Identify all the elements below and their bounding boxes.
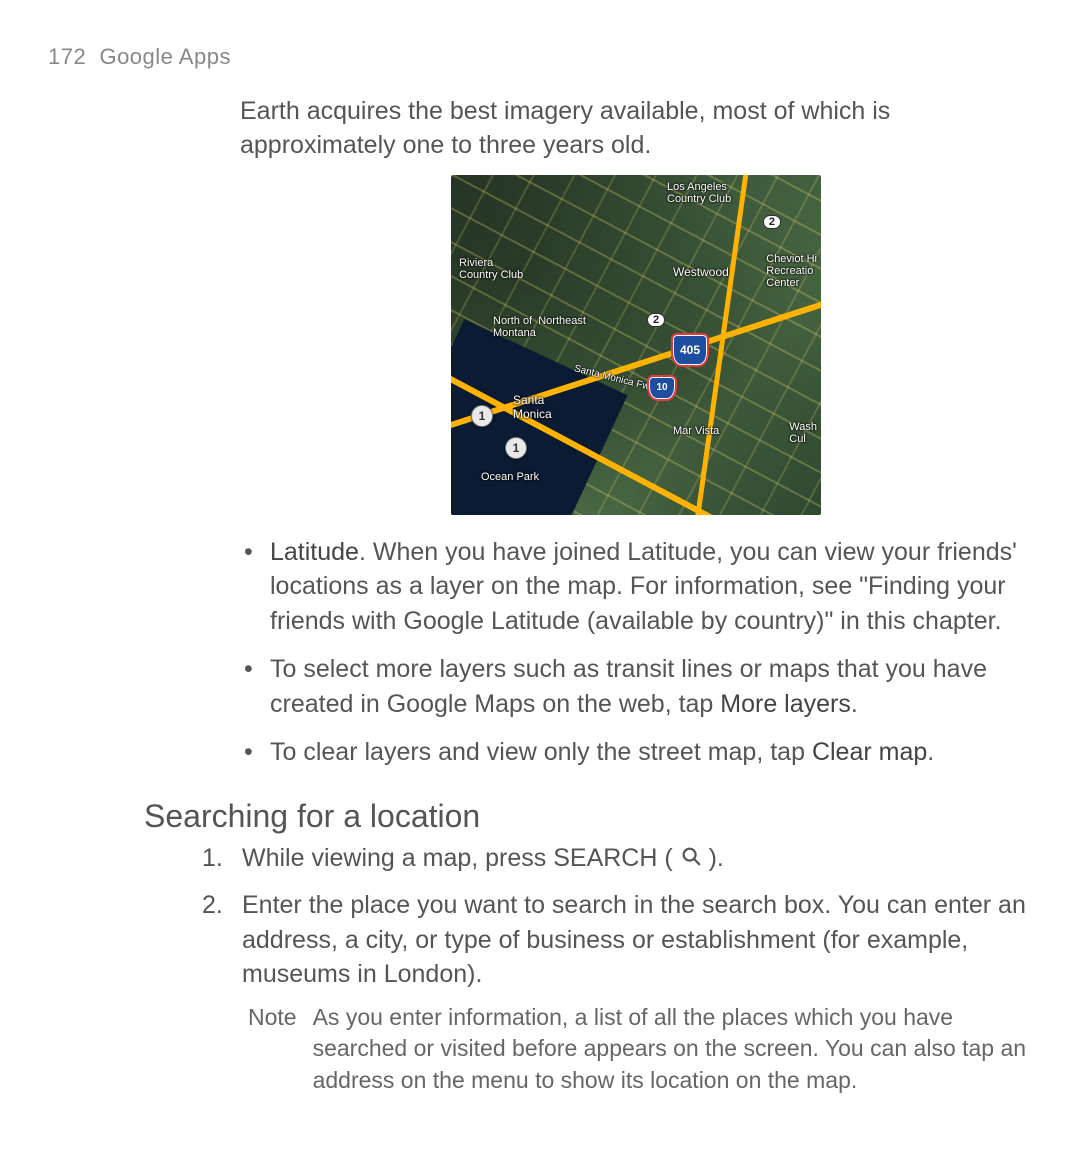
running-head: 172 Google Apps	[48, 44, 1032, 70]
map-pin-icon: 1	[471, 405, 493, 427]
list-item-text: To clear layers and view only the street…	[270, 738, 812, 766]
satellite-map-image: Los Angeles Country Club Westwood Chevio…	[451, 175, 821, 515]
note-body: As you enter information, a list of all …	[313, 1002, 1032, 1097]
chapter-title: Google Apps	[99, 44, 230, 69]
bulleted-list: Latitude. When you have joined Latitude,…	[240, 535, 1032, 770]
list-item-text: .	[927, 738, 934, 766]
map-label-riviera: Riviera Country Club	[459, 257, 523, 281]
list-item-text: .	[851, 690, 858, 718]
map-label-north-montana: North of Northeast Montana	[493, 315, 586, 339]
numbered-steps: While viewing a map, press SEARCH ( ). E…	[198, 841, 1032, 1097]
map-figure: Los Angeles Country Club Westwood Chevio…	[240, 175, 1032, 515]
note-label: Note	[248, 1002, 297, 1097]
step-text: While viewing a map, press SEARCH (	[242, 844, 680, 872]
more-layers-term: More layers	[720, 690, 851, 718]
map-label-westwood: Westwood	[673, 265, 729, 279]
map-badge: 2	[763, 215, 781, 229]
step-text: Enter the place you want to search in th…	[242, 891, 1026, 988]
section-heading: Searching for a location	[144, 798, 1032, 835]
page-number: 172	[48, 44, 86, 69]
latitude-term: Latitude	[270, 538, 359, 566]
map-label-ocean-park: Ocean Park	[481, 471, 539, 483]
search-icon	[680, 842, 702, 877]
step-text: ).	[702, 844, 724, 872]
list-item: To clear layers and view only the street…	[240, 735, 1032, 770]
map-label-la-country-club: Los Angeles Country Club	[667, 181, 731, 205]
map-badge: 2	[647, 313, 665, 327]
list-item: To select more layers such as transit li…	[240, 652, 1032, 721]
map-pin-icon: 1	[505, 437, 527, 459]
clear-map-term: Clear map	[812, 738, 927, 766]
list-item-text: To select more layers such as transit li…	[270, 655, 987, 718]
list-item-text: . When you have joined Latitude, you can…	[270, 538, 1017, 635]
map-label-santa-monica: Santa Monica	[513, 393, 552, 421]
interstate-shield-icon: 10	[647, 375, 677, 401]
map-label-mar-vista: Mar Vista	[673, 425, 719, 437]
list-item: Latitude. When you have joined Latitude,…	[240, 535, 1032, 639]
map-label-wash-cul: Wash Cul	[789, 421, 817, 445]
step-item: While viewing a map, press SEARCH ( ).	[242, 841, 1032, 877]
step-item: Enter the place you want to search in th…	[242, 888, 1032, 1097]
page-root: 172 Google Apps Earth acquires the best …	[0, 0, 1080, 1169]
interstate-shield-icon: 405	[671, 333, 709, 367]
intro-paragraph: Earth acquires the best imagery availabl…	[240, 95, 1032, 163]
note-block: Note As you enter information, a list of…	[248, 1002, 1032, 1097]
map-label-cheviot: Cheviot Hi Recreatio Center	[766, 253, 817, 289]
